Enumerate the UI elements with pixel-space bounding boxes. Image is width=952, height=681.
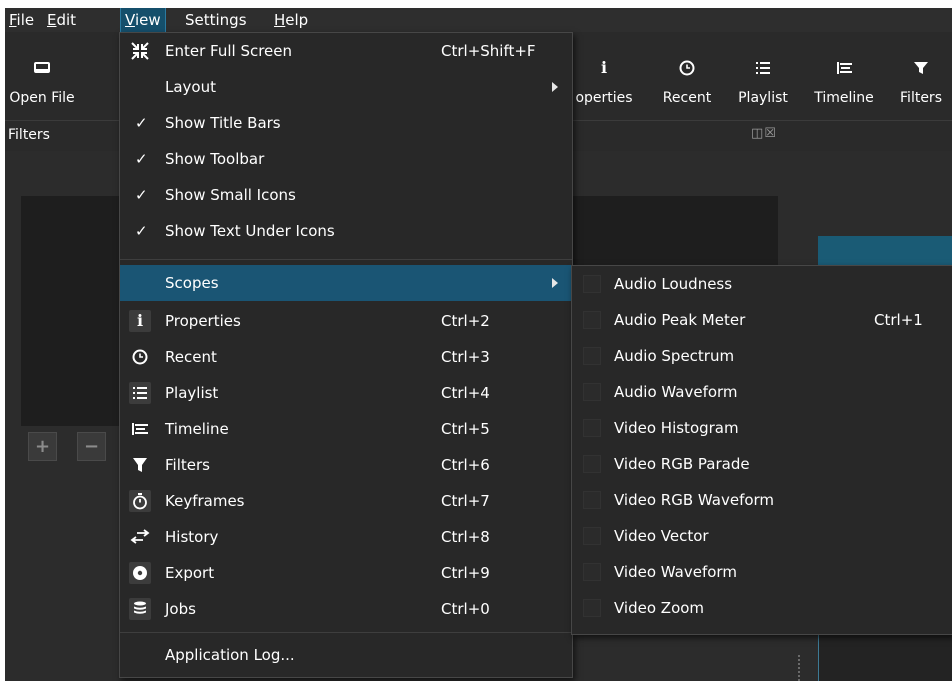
scope-item-audio-waveform[interactable]: Audio Waveform (572, 374, 952, 410)
scopes-submenu: Audio Loudness Audio Peak Meter Ctrl+1 A… (571, 265, 952, 635)
filters-button[interactable]: Filters (890, 32, 952, 120)
history-icon (129, 526, 151, 548)
menu-item-timeline[interactable]: Timeline Ctrl+5 (120, 411, 572, 447)
checkmark-icon: ✓ (135, 114, 148, 132)
menu-help[interactable]: Help (270, 8, 312, 32)
timeline-button[interactable]: Timeline (808, 32, 880, 120)
playlist-button[interactable]: Playlist (731, 32, 795, 120)
remove-filter-button[interactable]: − (77, 432, 106, 461)
scope-item-video-rgb-parade[interactable]: Video RGB Parade (572, 446, 952, 482)
clock-icon (129, 346, 151, 368)
timeline-icon (129, 418, 151, 440)
menu-item-show-toolbar[interactable]: ✓ Show Toolbar (120, 141, 572, 177)
scope-item-video-waveform[interactable]: Video Waveform (572, 554, 952, 590)
checkmark-icon: ✓ (135, 186, 148, 204)
checkbox[interactable] (583, 599, 601, 617)
scope-item-video-rgb-waveform[interactable]: Video RGB Waveform (572, 482, 952, 518)
menu-item-recent[interactable]: Recent Ctrl+3 (120, 339, 572, 375)
checkbox[interactable] (583, 563, 601, 581)
submenu-arrow-icon (552, 278, 558, 288)
menu-item-show-text-under-icons[interactable]: ✓ Show Text Under Icons (120, 213, 572, 249)
disc-icon (129, 562, 151, 584)
add-filter-button[interactable]: + (28, 432, 57, 461)
menubar: File Edit View Settings Help (5, 8, 952, 33)
checkbox[interactable] (583, 455, 601, 473)
close-icon[interactable]: ☒ (764, 126, 777, 141)
menu-item-keyframes[interactable]: Keyframes Ctrl+7 (120, 483, 572, 519)
menu-item-application-log[interactable]: Application Log... (120, 637, 572, 673)
clock-icon (653, 58, 721, 78)
menu-item-scopes[interactable]: Scopes (120, 265, 572, 301)
dock-buttons[interactable]: ◫☒ (751, 126, 777, 141)
checkbox[interactable] (583, 275, 601, 293)
menu-item-show-title-bars[interactable]: ✓ Show Title Bars (120, 105, 572, 141)
menu-separator (120, 632, 572, 633)
info-icon: i (129, 310, 151, 332)
menu-item-properties[interactable]: i Properties Ctrl+2 (120, 303, 572, 339)
fullscreen-icon (129, 40, 151, 62)
info-icon: i (600, 58, 608, 77)
scope-item-video-zoom[interactable]: Video Zoom (572, 590, 952, 626)
scope-item-video-histogram[interactable]: Video Histogram (572, 410, 952, 446)
menu-item-enter-full-screen[interactable]: Enter Full Screen Ctrl+Shift+F (120, 33, 572, 69)
submenu-arrow-icon (552, 82, 558, 92)
menu-item-filters[interactable]: Filters Ctrl+6 (120, 447, 572, 483)
minus-icon: − (83, 436, 100, 457)
checkbox[interactable] (583, 527, 601, 545)
timeline-icon (808, 58, 880, 78)
splitter-handle[interactable] (798, 655, 803, 681)
menu-file[interactable]: File (5, 8, 38, 32)
menu-item-history[interactable]: History Ctrl+8 (120, 519, 572, 555)
view-menu: Enter Full Screen Ctrl+Shift+F Layout ✓ … (119, 32, 573, 678)
stopwatch-icon (129, 490, 151, 512)
menu-view[interactable]: View (120, 8, 166, 33)
open-file-button[interactable]: Open File (5, 32, 79, 120)
checkbox[interactable] (583, 419, 601, 437)
menu-item-playlist[interactable]: Playlist Ctrl+4 (120, 375, 572, 411)
menu-separator (120, 259, 572, 260)
menu-item-export[interactable]: Export Ctrl+9 (120, 555, 572, 591)
menu-item-layout[interactable]: Layout (120, 69, 572, 105)
open-file-icon (5, 58, 79, 78)
checkbox[interactable] (583, 383, 601, 401)
scope-item-video-vector[interactable]: Video Vector (572, 518, 952, 554)
checkmark-icon: ✓ (135, 150, 148, 168)
filters-panel-title: Filters (8, 127, 50, 143)
funnel-icon (129, 454, 151, 476)
scope-item-audio-peak-meter[interactable]: Audio Peak Meter Ctrl+1 (572, 302, 952, 338)
checkmark-icon: ✓ (135, 222, 148, 240)
database-icon (129, 598, 151, 620)
menu-item-show-small-icons[interactable]: ✓ Show Small Icons (120, 177, 572, 213)
properties-button[interactable]: i operties (565, 32, 643, 120)
menu-settings[interactable]: Settings (181, 8, 251, 32)
menu-item-jobs[interactable]: Jobs Ctrl+0 (120, 591, 572, 627)
float-icon[interactable]: ◫ (751, 126, 764, 141)
scope-item-audio-spectrum[interactable]: Audio Spectrum (572, 338, 952, 374)
checkbox[interactable] (583, 347, 601, 365)
scope-item-audio-loudness[interactable]: Audio Loudness (572, 266, 952, 302)
funnel-icon (890, 58, 952, 78)
menu-edit[interactable]: Edit (43, 8, 80, 32)
list-icon (731, 58, 795, 78)
checkbox[interactable] (583, 311, 601, 329)
plus-icon: + (34, 436, 51, 457)
recent-button[interactable]: Recent (653, 32, 721, 120)
list-icon (129, 382, 151, 404)
checkbox[interactable] (583, 491, 601, 509)
